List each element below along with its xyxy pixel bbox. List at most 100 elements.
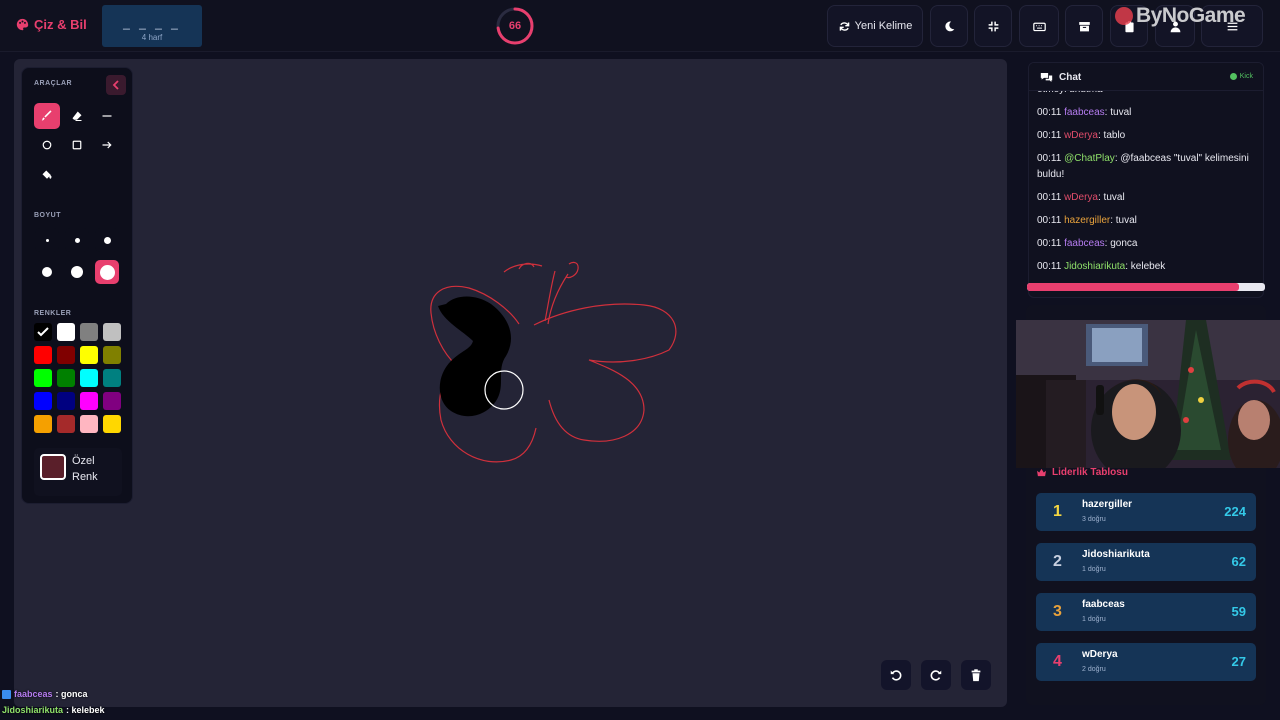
chat-message-user[interactable]: wDerya	[1064, 192, 1098, 203]
color-swatch[interactable]	[80, 415, 98, 433]
arrow-right-icon	[102, 141, 112, 149]
tool-panel: ARAÇLAR BOYUT RENKLER Özel Renk	[21, 67, 133, 504]
size-option-6[interactable]	[95, 260, 119, 284]
color-swatch[interactable]	[57, 369, 75, 387]
round-progress-fill	[1027, 283, 1239, 291]
chat-message-time: 00:11	[1037, 261, 1062, 272]
size-option-2[interactable]	[65, 228, 89, 252]
word-hint: _ _ _ _ 4 harf	[102, 5, 202, 47]
chat-message-user[interactable]: faabceas	[1064, 238, 1105, 249]
archive-button[interactable]	[1065, 5, 1103, 47]
platform-status: Kick	[1229, 73, 1253, 80]
redo-button[interactable]	[921, 660, 951, 690]
leaderboard-correct-count: 3 doğru	[1082, 516, 1106, 523]
word-length: 4 harf	[141, 33, 163, 42]
watermark: ByNoGame	[1115, 4, 1246, 28]
chat-message-time: 00:11	[1037, 215, 1062, 226]
color-swatch[interactable]	[34, 392, 52, 410]
new-word-label: Yeni Kelime	[854, 20, 913, 32]
word-mask: _ _ _ _	[123, 16, 181, 30]
color-swatch[interactable]	[80, 392, 98, 410]
leaderboard-player-name: Jidoshiarikuta	[1082, 549, 1150, 560]
leaderboard-correct-count: 1 doğru	[1082, 566, 1106, 573]
chat-message-text: : tablo	[1097, 130, 1126, 141]
color-swatch[interactable]	[80, 369, 98, 387]
chat-message: 00:11 Jidoshiarikuta: kelebek	[1037, 259, 1259, 275]
color-swatch[interactable]	[103, 369, 121, 387]
brand-name: Çiz & Bil	[34, 17, 87, 32]
color-swatch[interactable]	[80, 323, 98, 341]
archive-icon	[1078, 21, 1090, 31]
color-swatch[interactable]	[57, 392, 75, 410]
arrow-tool[interactable]	[94, 132, 120, 158]
fullscreen-exit-button[interactable]	[974, 5, 1012, 47]
webcam-image	[1016, 320, 1280, 468]
chat-message-text: : tuval	[1110, 215, 1137, 226]
custom-color-button[interactable]: Özel Renk	[34, 448, 122, 496]
clear-canvas-button[interactable]	[961, 660, 991, 690]
collapse-panel-button[interactable]	[106, 75, 126, 95]
chat-message: 00:11 hazergiller: tuval	[1037, 213, 1259, 229]
size-option-5[interactable]	[65, 260, 89, 284]
new-word-button[interactable]: Yeni Kelime	[827, 5, 923, 47]
color-swatch[interactable]	[103, 392, 121, 410]
color-swatch[interactable]	[80, 346, 98, 364]
eraser-icon	[72, 111, 82, 121]
color-swatch[interactable]	[103, 415, 121, 433]
size-option-4[interactable]	[35, 260, 59, 284]
timer-value: 66	[508, 20, 522, 32]
kick-icon	[2, 689, 11, 699]
chat-message-user[interactable]: hazergiller	[1064, 215, 1110, 226]
eraser-tool[interactable]	[64, 103, 90, 129]
leaderboard-row: 4 wDerya 2 doğru 27	[1036, 643, 1256, 681]
chat-message-user[interactable]: @ChatPlay	[1064, 153, 1115, 164]
brush-icon	[41, 110, 52, 121]
color-swatch[interactable]	[57, 415, 75, 433]
color-swatch[interactable]	[34, 369, 52, 387]
chat-message: 00:11 faabceas: tuval	[1037, 105, 1259, 121]
square-icon	[72, 140, 82, 150]
color-swatch[interactable]	[34, 346, 52, 364]
leaderboard-rank: 4	[1053, 653, 1062, 670]
stream-chat-user: faabceas	[14, 689, 53, 699]
keyboard-button[interactable]	[1019, 5, 1059, 47]
size-option-3[interactable]	[95, 228, 119, 252]
color-swatch[interactable]	[34, 323, 52, 341]
chevron-left-icon	[112, 80, 119, 90]
drawing-canvas[interactable]	[14, 59, 1007, 707]
chat-message-text: : kelebek	[1125, 261, 1166, 272]
chat-message: 00:11 @ChatPlay: @faabceas "tuval" kelim…	[1037, 151, 1259, 183]
rectangle-tool[interactable]	[64, 132, 90, 158]
leaderboard-player-name: faabceas	[1082, 599, 1125, 610]
colors-heading: RENKLER	[34, 310, 72, 317]
chat-message: 00:11 faabceas: gonca	[1037, 236, 1259, 252]
brush-tool[interactable]	[34, 103, 60, 129]
status-dot-icon	[1229, 73, 1237, 80]
drawing-strokes	[430, 261, 677, 463]
color-swatch[interactable]	[103, 323, 121, 341]
theme-toggle-button[interactable]	[930, 5, 968, 47]
leaderboard-rank: 1	[1053, 503, 1062, 520]
redo-icon	[930, 670, 942, 681]
color-swatch[interactable]	[103, 346, 121, 364]
color-swatch[interactable]	[34, 415, 52, 433]
chat-message-user[interactable]: wDerya	[1064, 130, 1098, 141]
trash-icon	[971, 669, 981, 682]
leaderboard-correct-count: 1 doğru	[1082, 616, 1106, 623]
leaderboard-correct-count: 2 doğru	[1082, 666, 1106, 673]
chat-message-user[interactable]: Jidoshiarikuta	[1064, 261, 1125, 272]
paint-bucket-icon	[42, 170, 52, 179]
line-tool[interactable]	[94, 103, 120, 129]
circle-tool[interactable]	[34, 132, 60, 158]
chat-message-user[interactable]: faabceas	[1064, 107, 1105, 118]
chat-messages[interactable]: etmeyi unutma00:11 faabceas: tuval00:11 …	[1037, 84, 1259, 282]
color-swatch[interactable]	[57, 346, 75, 364]
undo-button[interactable]	[881, 660, 911, 690]
fill-tool[interactable]	[34, 162, 60, 188]
leaderboard-score: 224	[1224, 504, 1246, 519]
size-option-1[interactable]	[35, 228, 59, 252]
color-swatch[interactable]	[57, 323, 75, 341]
leaderboard-rank: 2	[1053, 553, 1062, 570]
keyboard-icon	[1032, 22, 1046, 31]
comments-icon	[1040, 73, 1053, 82]
